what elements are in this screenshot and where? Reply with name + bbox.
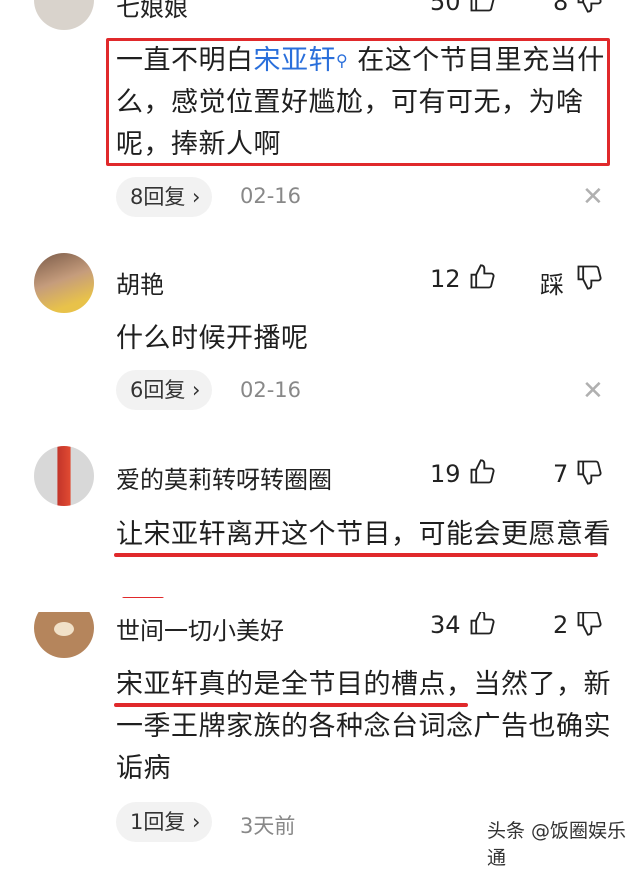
username[interactable]: 七娘娘 [116, 0, 188, 23]
row-cutoff-mask [0, 598, 640, 612]
highlight-box [106, 38, 610, 166]
reply-button[interactable]: 1回复 › [116, 802, 213, 842]
dislike-count: 7 [553, 460, 569, 488]
comment-date: 02-16 [240, 184, 302, 208]
annotation-underline [114, 703, 468, 707]
comment-date: 02-16 [240, 378, 302, 402]
thumbs-up-icon[interactable] [468, 609, 496, 637]
avatar[interactable] [34, 0, 94, 30]
bear-face-icon [54, 622, 74, 636]
like-count: 12 [430, 265, 461, 293]
annotation-underline [114, 553, 598, 557]
dislike-count: 2 [553, 611, 569, 639]
dislike-label: 踩 [540, 271, 564, 299]
thumbs-down-icon[interactable] [575, 0, 603, 14]
thumbs-down-icon[interactable] [575, 609, 603, 637]
thumbs-down-icon[interactable] [575, 263, 603, 291]
like-count: 50 [430, 0, 461, 16]
comment-body: 什么时候开播呢 [116, 323, 309, 354]
thumbs-up-icon[interactable] [468, 0, 496, 14]
comment-date: 3天前 [240, 814, 296, 838]
comment-text-highlighted: 宋亚轩真的是全节目的槽点， [116, 669, 474, 700]
reply-button[interactable]: 6回复 › [116, 370, 213, 410]
like-count: 19 [430, 460, 461, 488]
like-count: 34 [430, 611, 461, 639]
thumbs-up-icon[interactable] [468, 263, 496, 291]
username[interactable]: 爱的莫莉转呀转圈圈 [116, 460, 332, 495]
thumbs-up-icon[interactable] [468, 458, 496, 486]
reply-button[interactable]: 8回复 › [116, 177, 213, 217]
comment-body: 让宋亚轩离开这个节目，可能会更愿意看 [116, 519, 611, 550]
dislike-count: 8 [553, 0, 569, 16]
thumbs-down-icon[interactable] [575, 458, 603, 486]
avatar[interactable] [34, 446, 94, 506]
username[interactable]: 胡艳 [116, 265, 164, 300]
username[interactable]: 世间一切小美好 [116, 611, 284, 646]
close-icon[interactable]: ✕ [582, 378, 604, 404]
avatar[interactable] [34, 253, 94, 313]
watermark: 头条 @饭圈娱乐通 [487, 820, 627, 869]
close-icon[interactable]: ✕ [582, 184, 604, 210]
comment-body: 宋亚轩真的是全节目的槽点，当然了，新一季王牌家族的各种念台词念广告也确实诟病 [116, 664, 611, 790]
